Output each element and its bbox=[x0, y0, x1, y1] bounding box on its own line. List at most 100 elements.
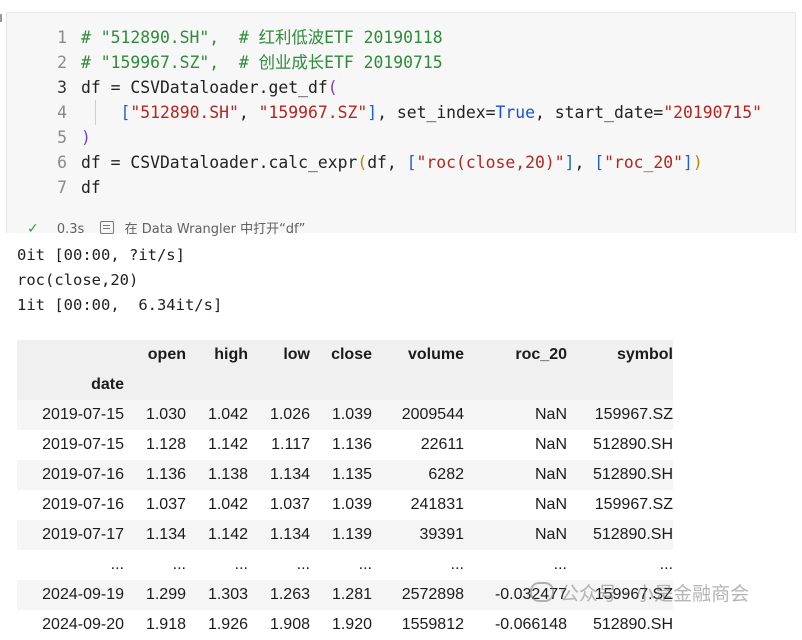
code-line[interactable]: 6 df = CSVDataloader.calc_expr(df, ["roc(… bbox=[7, 150, 795, 175]
table-cell: 1.303 bbox=[207, 586, 248, 603]
code-token: df = CSVDataloader.calc_expr bbox=[81, 153, 358, 172]
table-cell: 512890.SH bbox=[592, 526, 673, 543]
table-cell: 1.135 bbox=[331, 466, 372, 483]
code-token: [ bbox=[406, 153, 417, 172]
code-token: ) bbox=[692, 153, 703, 172]
column-header: close bbox=[331, 346, 372, 363]
table-cell: 1.117 bbox=[271, 436, 310, 453]
code-text[interactable]: ["512890.SH", "159967.SZ"], set_index=Tr… bbox=[81, 100, 762, 125]
table-cell: 159967.SZ bbox=[594, 406, 673, 423]
table-cell: 2009544 bbox=[401, 406, 464, 423]
index-cell: 2019-07-17 bbox=[42, 526, 124, 543]
code-token: df bbox=[81, 178, 101, 197]
line-number: 6 bbox=[57, 153, 67, 172]
table-row: 2019-07-15 1.030 1.042 1.026 1.039 2009544 NaN… bbox=[17, 400, 673, 430]
code-token: , start_date= bbox=[535, 103, 664, 122]
index-cell: 2019-07-16 bbox=[42, 496, 124, 513]
index-cell: ... bbox=[110, 556, 124, 573]
code-token: [ bbox=[594, 153, 605, 172]
table-cell: 1.134 bbox=[145, 526, 186, 543]
stdout-line: roc(close,20) bbox=[17, 271, 139, 289]
code-cell[interactable]: 1 # "512890.SH", # 红利低波ETF 20190118 2 # "15… bbox=[6, 12, 796, 237]
code-token: , bbox=[574, 153, 595, 172]
table-cell: 241831 bbox=[410, 496, 464, 513]
data-wrangler-icon[interactable] bbox=[100, 221, 115, 234]
table-cell: 1.918 bbox=[145, 616, 186, 633]
code-text[interactable]: df bbox=[81, 175, 101, 200]
code-line[interactable]: 1 # "512890.SH", # 红利低波ETF 20190118 bbox=[7, 25, 795, 50]
watermark: 公众号 · 小是金融商会 bbox=[530, 580, 749, 608]
code-line[interactable]: 4 ["512890.SH", "159967.SZ"], set_index=… bbox=[7, 100, 795, 125]
code-token: "20190715" bbox=[663, 103, 762, 122]
line-number: 3 bbox=[57, 78, 67, 97]
table-cell: ... bbox=[172, 556, 186, 573]
table-row: 2024-09-20 1.918 1.926 1.908 1.920 1559812 -0.… bbox=[17, 610, 673, 640]
wechat-icon bbox=[530, 582, 554, 602]
code-token: ( bbox=[327, 78, 338, 97]
table-cell: 1.142 bbox=[207, 436, 248, 453]
watermark-text: 公众号 · 小是金融商会 bbox=[560, 583, 750, 605]
table-cell: 1.299 bbox=[145, 586, 186, 603]
column-header: symbol bbox=[616, 346, 673, 363]
index-cell: 2024-09-20 bbox=[42, 616, 124, 633]
table-cell: 159967.SZ bbox=[594, 496, 673, 513]
code-line[interactable]: 7 df bbox=[7, 175, 795, 200]
table-row: 2019-07-15 1.128 1.142 1.117 1.136 22611 NaN 51… bbox=[17, 430, 673, 460]
table-cell: 1.042 bbox=[207, 406, 248, 423]
table-cell: 1.136 bbox=[145, 466, 186, 483]
table-cell: ... bbox=[296, 556, 310, 573]
column-header: roc_20 bbox=[515, 346, 567, 363]
table-cell: NaN bbox=[534, 436, 567, 453]
code-line[interactable]: 3 df = CSVDataloader.get_df( bbox=[7, 75, 795, 100]
table-cell: 1.139 bbox=[331, 526, 372, 543]
code-text[interactable]: # "512890.SH", # 红利低波ETF 20190118 bbox=[81, 25, 443, 50]
success-check-icon: ✓ bbox=[27, 221, 39, 237]
execution-time: 0.3s bbox=[56, 222, 85, 237]
stdout-line: 0it [00:00, ?it/s] bbox=[17, 246, 185, 264]
table-cell: ... bbox=[450, 556, 464, 573]
table-cell: ... bbox=[553, 556, 567, 573]
code-token: True bbox=[495, 103, 536, 122]
table-cell: 1.142 bbox=[207, 526, 248, 543]
table-cell: 1.263 bbox=[269, 586, 310, 603]
table-cell: 1.037 bbox=[145, 496, 186, 513]
code-token: ] bbox=[683, 153, 693, 172]
code-token: , set_index= bbox=[377, 103, 496, 122]
index-cell: 2024-09-19 bbox=[42, 586, 124, 603]
code-token: ] bbox=[367, 103, 378, 122]
table-cell: 2572898 bbox=[401, 586, 464, 603]
code-token: "roc(close,20)" bbox=[416, 153, 565, 172]
open-in-data-wrangler-link[interactable]: 在 Data Wrangler 中打开“df” bbox=[125, 222, 306, 237]
line-number: 4 bbox=[57, 103, 67, 122]
code-token: "159967.SZ" bbox=[258, 103, 368, 122]
code-line[interactable]: 5) bbox=[7, 125, 795, 150]
table-cell: ... bbox=[234, 556, 248, 573]
code-text[interactable]: # "159967.SZ", # 创业成长ETF 20190715 bbox=[81, 50, 443, 75]
table-cell: 512890.SH bbox=[592, 436, 673, 453]
table-cell: 512890.SH bbox=[592, 466, 673, 483]
stdout-line: 1it [00:00, 6.34it/s] bbox=[17, 296, 223, 314]
table-cell: -0.066148 bbox=[494, 616, 567, 633]
line-number: 2 bbox=[57, 53, 67, 72]
code-text[interactable]: ) bbox=[81, 125, 91, 150]
table-cell: 1.134 bbox=[269, 526, 310, 543]
table-row: 2019-07-16 1.136 1.138 1.134 1.135 6282 NaN 512… bbox=[17, 460, 673, 490]
column-header: high bbox=[214, 346, 248, 363]
table-row: 2019-07-17 1.134 1.142 1.134 1.139 39391 NaN 51… bbox=[17, 520, 673, 550]
table-cell: 1.138 bbox=[207, 466, 248, 483]
table-cell: 1.037 bbox=[269, 496, 310, 513]
code-text[interactable]: df = CSVDataloader.calc_expr(df, ["roc(c… bbox=[81, 150, 703, 175]
index-name: date bbox=[91, 376, 124, 393]
table-cell: 512890.SH bbox=[592, 616, 673, 633]
column-header: open bbox=[147, 346, 186, 363]
table-cell: NaN bbox=[534, 496, 567, 513]
code-token: "512890.SH" bbox=[130, 103, 239, 122]
line-number: 7 bbox=[57, 178, 67, 197]
code-line[interactable]: 2 # "159967.SZ", # 创业成长ETF 20190715 bbox=[7, 50, 795, 75]
code-text[interactable]: df = CSVDataloader.get_df( bbox=[81, 75, 338, 100]
cell-left-marker bbox=[0, 14, 2, 22]
code-token: # "159967.SZ", # 创业成长ETF 20190715 bbox=[81, 53, 443, 72]
table-cell: 1.920 bbox=[331, 616, 372, 633]
table-cell: 6282 bbox=[428, 466, 464, 483]
